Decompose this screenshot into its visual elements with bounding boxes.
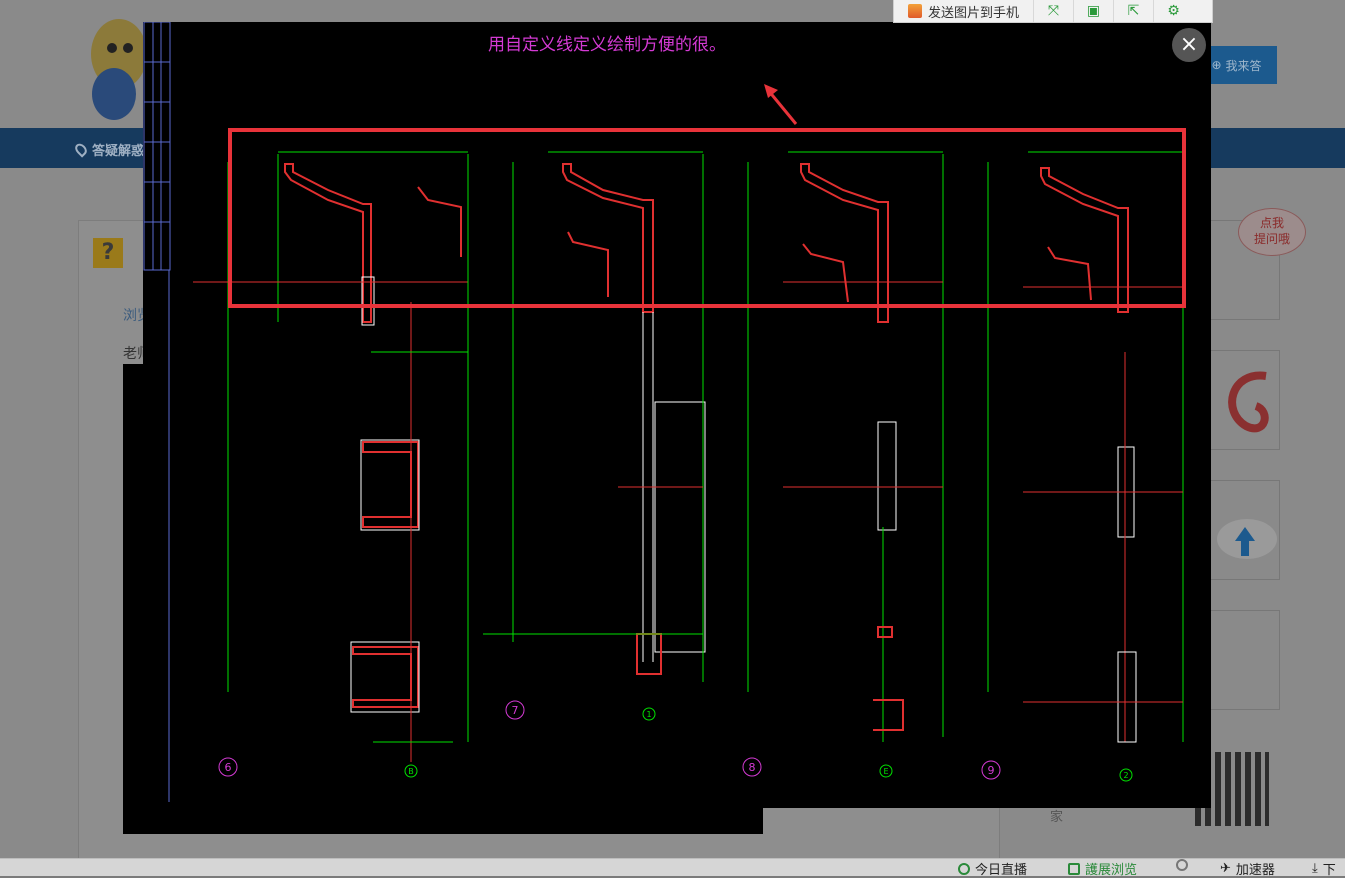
play-icon [958,862,970,875]
status-download[interactable]: ⤓ 下 [1312,859,1336,878]
footer-text: 家 [1050,810,1064,825]
status-browse[interactable]: 護展浏览 [1068,859,1137,878]
settings-button[interactable]: ⚙ [1154,0,1193,22]
swirl-logo-icon [1228,371,1269,433]
axis-marker-b-label: B [408,767,414,776]
axis-marker-1-label: 1 [646,710,651,719]
save-icon: ▣ [1086,3,1101,19]
section-marker-6-label: 6 [225,761,232,774]
section-marker-7-label: 7 [512,704,519,717]
status-live-label: 今日直播 [975,863,1028,878]
promo-card-logo[interactable] [1210,350,1280,450]
status-live[interactable]: 今日直播 [958,859,1027,878]
rocket-icon: ✈ [1220,861,1231,876]
question-icon: ? [93,238,123,268]
phone-icon [1068,862,1080,875]
phone-image-icon [908,4,922,18]
upload-cloud-icon [1217,519,1277,559]
send-to-phone-label: 发送图片到手机 [928,5,1020,21]
download-icon: ⤓ [1312,861,1318,876]
section-marker-8-label: 8 [749,761,756,774]
fullscreen-button[interactable]: ⤧ [1034,0,1075,22]
handshake-card[interactable] [1210,610,1280,710]
share-button[interactable]: ⇱ [1114,0,1155,22]
status-bar: 今日直播 護展浏览 ✈ 加速器 ⤓ 下 [0,858,1345,878]
share-icon: ⇱ [1127,3,1140,19]
viewer-toolbar: 发送图片到手机 ⤧ ▣ ⇱ ⚙ [893,0,1213,23]
axis-marker-2-label: 2 [1123,771,1128,780]
axis-marker-e-label: E [883,767,888,776]
highlight-box [228,128,1186,308]
status-accelerator[interactable]: ✈ 加速器 [1220,859,1275,878]
fullscreen-icon: ⤧ [1047,3,1060,19]
status-browse-label: 護展浏览 [1085,863,1138,878]
arrow-icon [764,84,798,125]
status-download-label: 下 [1322,863,1336,878]
answer-icon: ⊕ [1211,58,1222,72]
title-block [143,22,171,802]
location-pin-icon [72,141,90,158]
status-accelerator-label: 加速器 [1235,863,1275,878]
close-viewer-button[interactable]: × [1172,28,1206,62]
nav-item-label: 答疑解惑 [92,144,145,159]
nav-item-qa[interactable]: 答疑解惑 [72,140,145,159]
send-to-phone-button[interactable]: 发送图片到手机 [894,0,1035,22]
answer-button-label: 我来答 [1225,58,1262,73]
save-button[interactable]: ▣ [1074,0,1115,22]
mascot-logo [91,19,147,120]
close-icon: × [1179,32,1199,57]
upload-card[interactable] [1210,480,1280,580]
ask-question-bubble[interactable]: 点我 提问哦 [1238,208,1306,256]
speed-icon [1176,859,1188,871]
settings-icon: ⚙ [1167,3,1180,19]
viewer-caption: 用自定义线定义绘制方便的很。 [488,35,726,55]
section-marker-9-label: 9 [988,764,995,777]
status-speed[interactable] [1176,859,1188,871]
